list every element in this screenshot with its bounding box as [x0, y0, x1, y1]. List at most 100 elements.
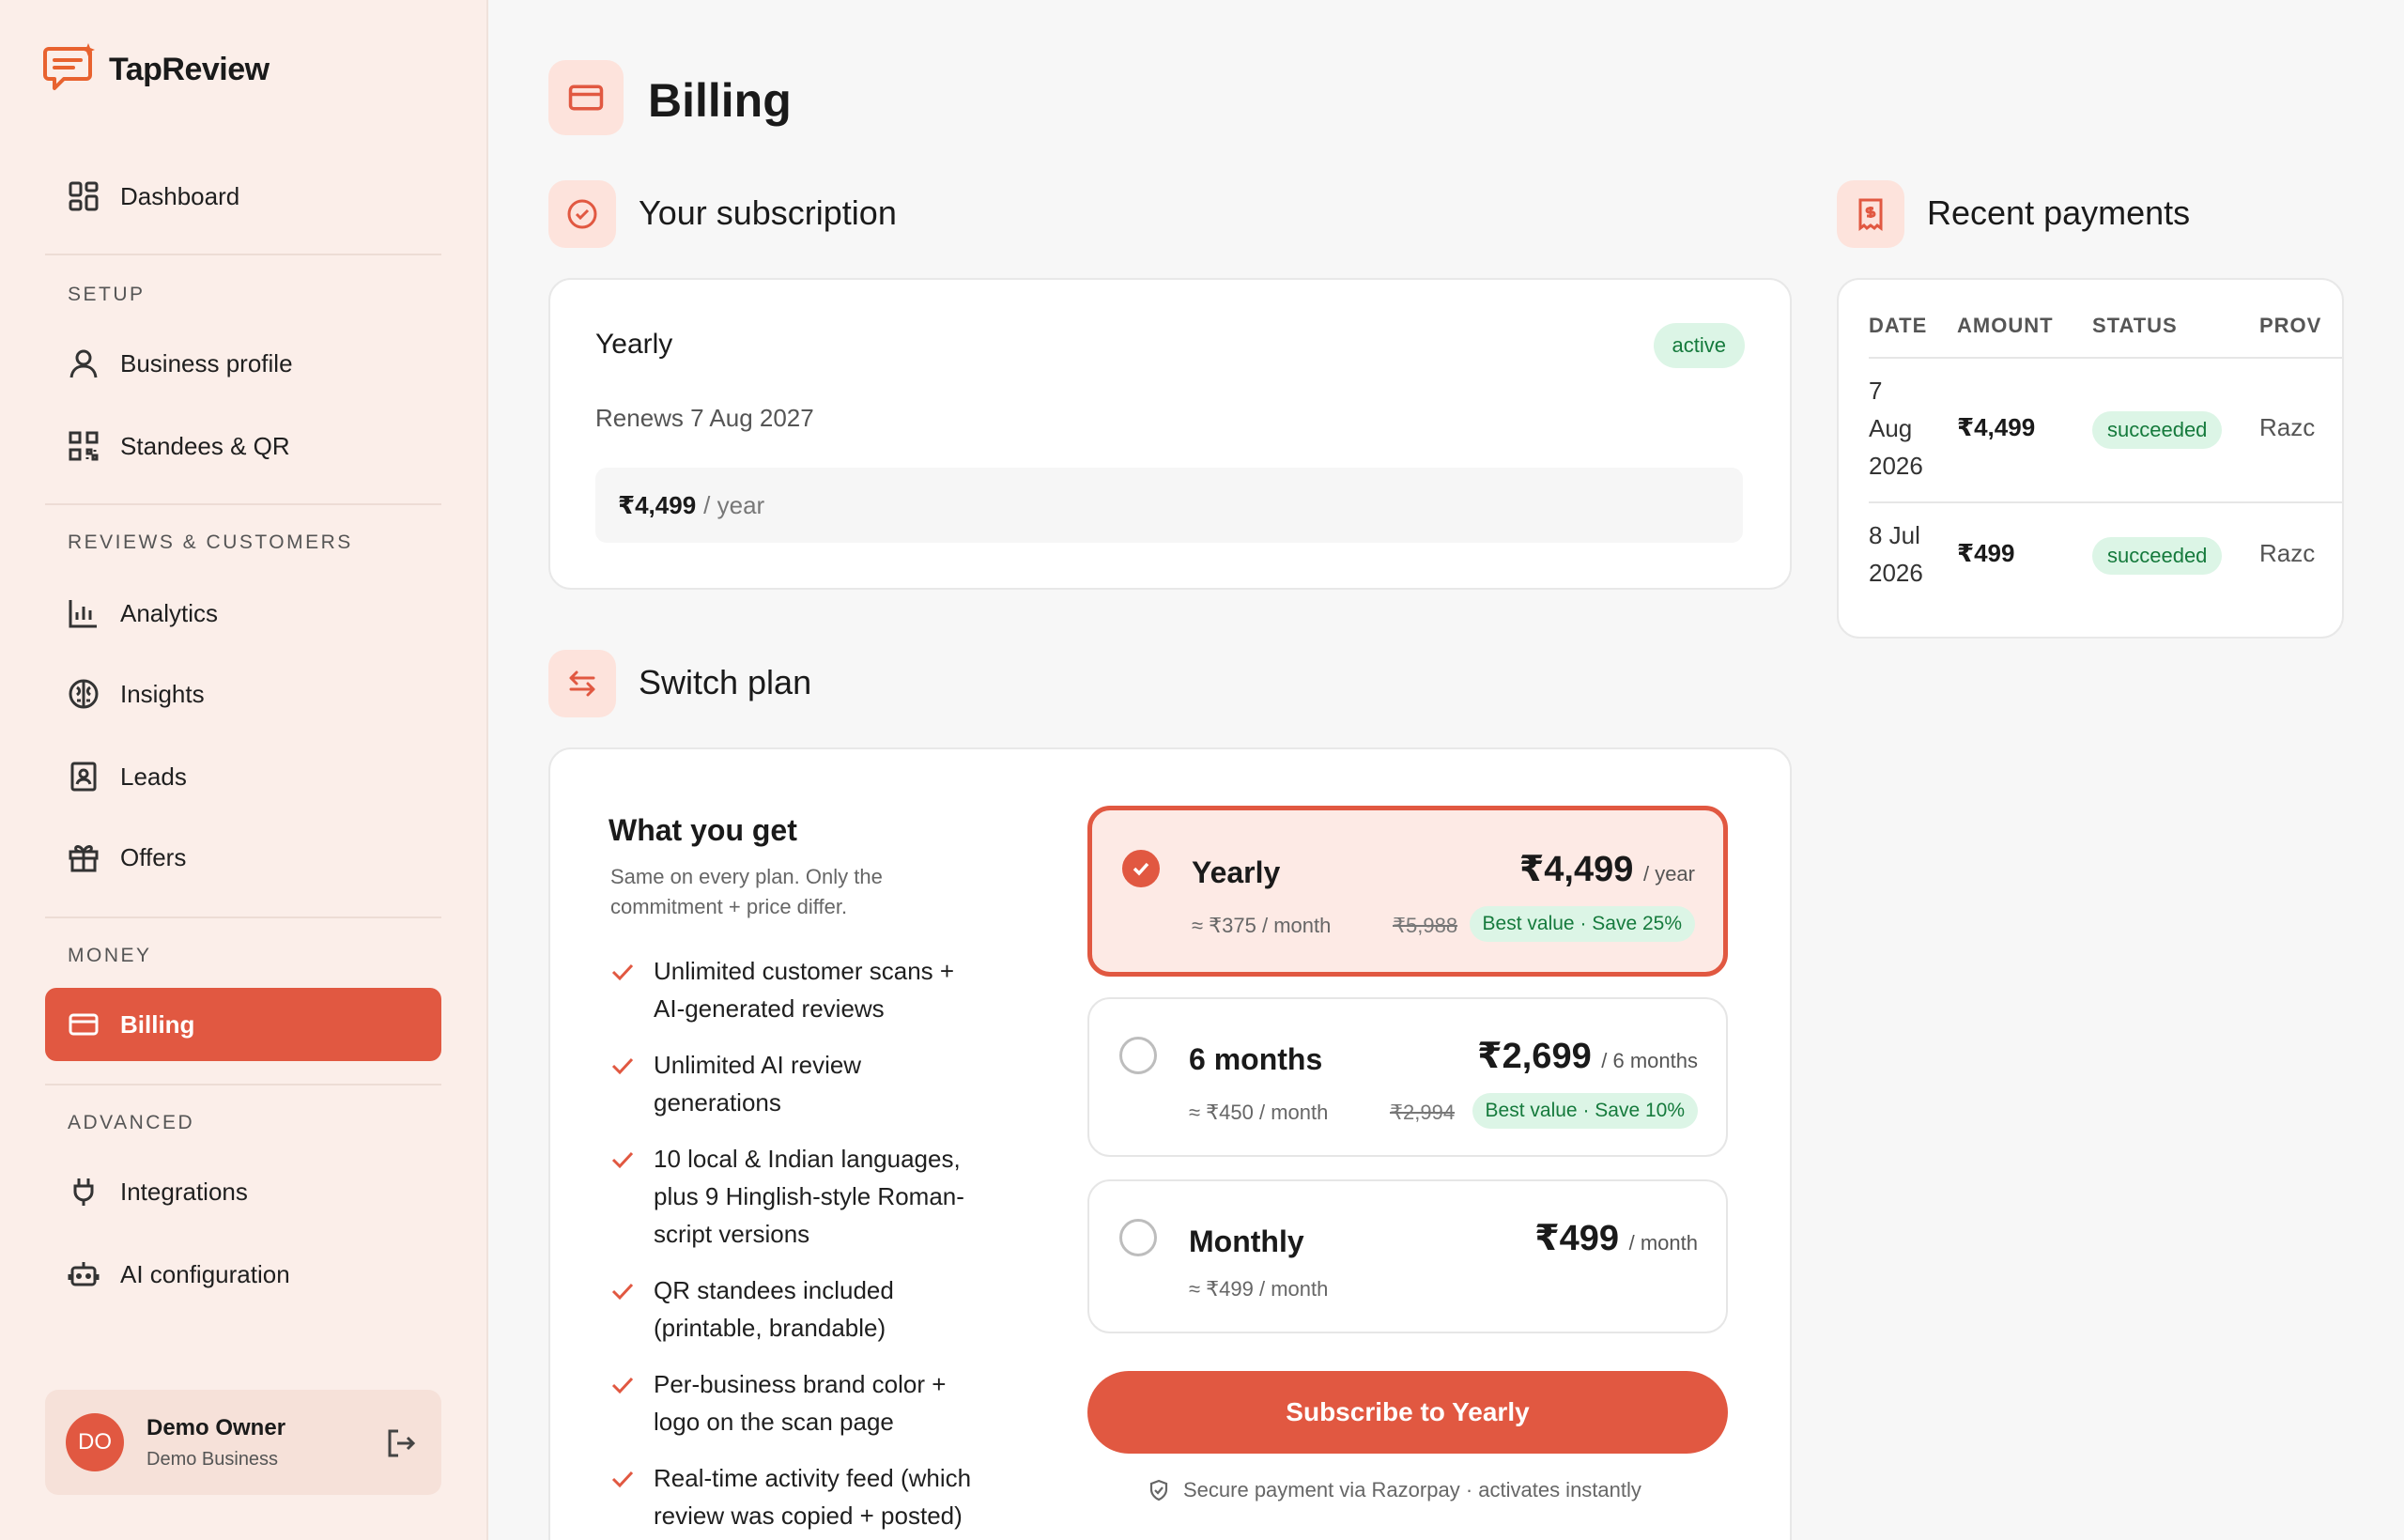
sidebar-item-leads[interactable]: Leads — [45, 740, 441, 813]
feature-item: Per-business brand color + logo on the sc… — [610, 1365, 1005, 1440]
plan-option-yearly[interactable]: Yearly ₹4,499 / year ≈ ₹375 / month ₹5,9… — [1087, 806, 1728, 977]
billing-header-icon-box — [548, 60, 624, 135]
sidebar-item-dashboard[interactable]: Dashboard — [45, 160, 441, 233]
switch-plan-section-title: Switch plan — [639, 663, 812, 701]
user-name: Demo Owner — [146, 1414, 286, 1440]
plan-monthly-equivalent: ≈ ₹375 / month — [1192, 914, 1332, 937]
sidebar-item-label: Business profile — [120, 348, 293, 377]
current-plan-name: Yearly — [595, 329, 673, 360]
sidebar-item-label: Insights — [120, 679, 205, 708]
subscribe-button[interactable]: Subscribe to Yearly — [1087, 1371, 1728, 1454]
radio-unselected[interactable] — [1119, 1219, 1157, 1256]
sidebar-item-ai-configuration[interactable]: AI configuration — [45, 1238, 441, 1311]
plan-price: ₹499 / month — [1534, 1219, 1698, 1258]
status-badge: active — [1653, 323, 1745, 368]
price-period: / year — [703, 490, 765, 519]
credit-card-icon — [568, 85, 604, 111]
payments-section-title: Recent payments — [1927, 193, 2191, 232]
chat-bubble-logo-icon — [43, 43, 95, 90]
logout-icon[interactable] — [385, 1427, 417, 1459]
brain-icon — [69, 679, 99, 709]
feature-item: Real-time activity feed (which review was… — [610, 1459, 1005, 1534]
sidebar-item-label: Standees & QR — [120, 431, 290, 460]
price-amount: ₹4,499 — [618, 490, 697, 519]
avatar[interactable]: DO — [66, 1413, 124, 1471]
gift-icon — [69, 845, 99, 872]
plan-original-price: ₹2,994 — [1390, 1101, 1456, 1124]
subscription-icon-box — [548, 180, 616, 248]
sidebar-item-integrations[interactable]: Integrations — [45, 1155, 441, 1228]
sidebar-item-insights[interactable]: Insights — [45, 657, 441, 731]
plug-icon — [73, 1178, 94, 1206]
sidebar-item-standees-qr[interactable]: Standees & QR — [45, 409, 441, 483]
app-name: TapReview — [109, 51, 270, 87]
check-icon — [611, 1283, 634, 1301]
payments-card: DATE AMOUNT STATUS PROV 7 Aug 2026 ₹4,49… — [1837, 278, 2344, 639]
payment-date: 7 Aug 2026 — [1869, 377, 1923, 480]
user-business: Demo Business — [146, 1448, 279, 1470]
contact-card-icon — [70, 762, 97, 792]
user-card: DO Demo Owner Demo Business — [45, 1390, 441, 1495]
savings-badge: Best value · Save 25% — [1469, 906, 1695, 942]
what-you-get-subtitle: Same on every plan. Only the commitment … — [610, 865, 883, 918]
payment-provider: Razc — [2259, 539, 2316, 567]
subscription-card: Yearly active Renews 7 Aug 2027 ₹4,499 /… — [548, 278, 1792, 590]
plan-option-6-months[interactable]: 6 months ₹2,699 / 6 months ≈ ₹450 / mont… — [1087, 997, 1728, 1157]
sidebar-item-offers[interactable]: Offers — [45, 821, 441, 894]
plan-monthly-equivalent: ≈ ₹450 / month — [1189, 1101, 1329, 1124]
sidebar-item-analytics[interactable]: Analytics — [45, 577, 441, 650]
section-label-setup: SETUP — [68, 284, 146, 305]
sidebar-item-business-profile[interactable]: Business profile — [45, 327, 441, 400]
shield-check-icon — [1149, 1479, 1168, 1502]
column-header-status: STATUS — [2092, 314, 2178, 337]
feature-item: QR standees included (printable, brandabl… — [610, 1271, 1005, 1347]
sidebar-item-label: AI configuration — [120, 1259, 290, 1288]
switch-plan-icon-box — [548, 650, 616, 717]
subscription-section-title: Your subscription — [639, 193, 897, 232]
section-label-reviews: REVIEWS & CUSTOMERS — [68, 531, 353, 553]
plan-price: ₹4,499 / year — [1518, 850, 1695, 889]
feature-item: 10 local & Indian languages, plus 9 Hingl… — [610, 1140, 1005, 1253]
header-divider — [1869, 357, 2342, 359]
divider — [45, 1084, 441, 1086]
section-label-advanced: ADVANCED — [68, 1112, 195, 1133]
bar-chart-icon — [69, 600, 97, 628]
sidebar-item-label: Analytics — [120, 598, 219, 627]
app-logo[interactable]: TapReview — [43, 41, 270, 98]
check-icon — [611, 1057, 634, 1075]
badge-check-icon — [567, 199, 597, 229]
plan-monthly-equivalent: ≈ ₹499 / month — [1189, 1277, 1329, 1301]
sidebar-item-billing[interactable]: Billing — [45, 988, 441, 1061]
payments-icon-box — [1837, 180, 1904, 248]
payment-status-badge: succeeded — [2092, 411, 2223, 449]
plan-name: Yearly — [1192, 855, 1281, 889]
payment-status-badge: succeeded — [2092, 537, 2223, 575]
robot-icon — [68, 1262, 100, 1286]
secure-payment-note: Secure payment via Razorpay · activates … — [1148, 1478, 1641, 1502]
divider — [45, 916, 441, 918]
savings-badge: Best value · Save 10% — [1472, 1093, 1698, 1129]
plan-option-monthly[interactable]: Monthly ₹499 / month ≈ ₹499 / month — [1087, 1179, 1728, 1333]
plan-original-price: ₹5,988 — [1393, 914, 1458, 937]
sidebar: TapReview Dashboard SETUP Business profi… — [0, 0, 488, 1540]
section-label-money: MONEY — [68, 945, 152, 966]
sidebar-item-label: Leads — [120, 762, 187, 791]
check-icon — [1133, 862, 1149, 876]
sidebar-item-label: Billing — [120, 1009, 195, 1039]
grid-icon — [69, 181, 99, 211]
plan-name: 6 months — [1189, 1042, 1323, 1076]
check-icon — [611, 963, 634, 981]
column-header-amount: AMOUNT — [1957, 314, 2054, 337]
credit-card-icon — [69, 1013, 99, 1036]
check-icon — [611, 1151, 634, 1169]
qr-code-icon — [69, 431, 99, 461]
radio-unselected[interactable] — [1119, 1037, 1157, 1074]
receipt-icon — [1858, 198, 1883, 231]
renewal-date: Renews 7 Aug 2027 — [595, 404, 814, 432]
radio-selected[interactable] — [1122, 850, 1160, 887]
feature-item: Unlimited customer scans + AI-generated r… — [610, 952, 1005, 1027]
feature-item: Unlimited AI review generations — [610, 1046, 1005, 1121]
check-icon — [611, 1471, 634, 1488]
payment-amount: ₹4,499 — [1957, 413, 2036, 441]
payment-provider: Razc — [2259, 413, 2316, 441]
